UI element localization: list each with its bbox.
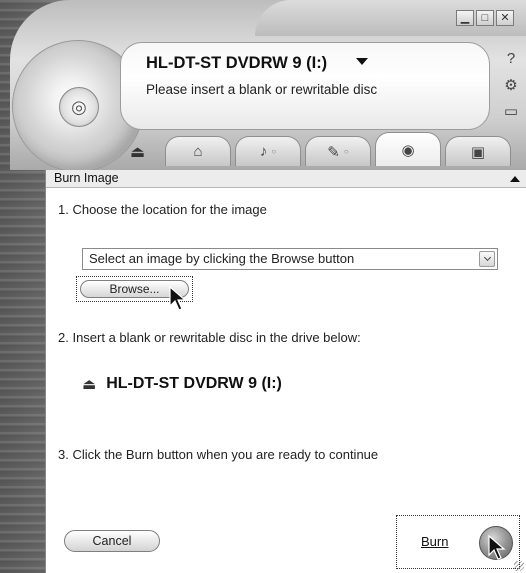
mouse-cursor-icon [169,286,187,311]
minimize-button[interactable]: ▁ [456,10,474,26]
tab-home[interactable]: ⌂ [165,136,231,166]
drive-selector-title[interactable]: HL-DT-ST DVDRW 9 (I:) [146,54,327,73]
maximize-button[interactable]: □ [476,10,494,26]
tab-burn-image[interactable]: ◉ [375,132,441,166]
resize-grip[interactable] [514,561,524,571]
tab-dot-icon: ○ [343,147,349,156]
video-icon: ▣ [470,143,486,161]
help-icon[interactable]: ? [500,50,522,70]
image-location-value: Select an image by clicking the Browse b… [89,251,355,266]
step-1-label: 1. Choose the location for the image [58,202,267,217]
drive-status-text: Please insert a blank or rewritable disc [146,82,378,97]
tab-video[interactable]: ▣ [445,136,511,166]
main-tabs: ⌂ ♪ ○ ✎ ○ ◉ ▣ [165,132,511,166]
drive-dropdown-arrow-icon[interactable] [356,58,368,65]
burn-image-panel: Burn Image 1. Choose the location for th… [45,170,526,573]
eject-icon[interactable]: ⏏ [130,142,145,162]
folder-icon[interactable]: ▭ [500,102,522,122]
step-3-label: 3. Click the Burn button when you are re… [58,447,379,462]
window-controls: ▁ □ ✕ [456,10,514,26]
home-icon: ⌂ [193,143,203,160]
settings-icon[interactable]: ⚙ [500,76,522,96]
tab-dot-icon: ○ [271,147,277,156]
tab-copy[interactable]: ✎ ○ [305,136,371,166]
collapse-arrow-icon[interactable] [510,176,520,182]
burn-button-label: Burn [421,534,449,549]
cancel-button[interactable]: Cancel [64,530,160,552]
mouse-cursor-icon [488,535,506,560]
music-icon: ♪ [259,143,268,160]
burn-disc-icon: ◉ [401,141,415,159]
chevron-down-icon[interactable] [479,251,495,267]
step-2-label: 2. Insert a blank or rewritable disc in … [58,330,361,345]
side-toolbar: ? ⚙ ▭ [500,50,522,122]
eject-icon: ⏏ [82,376,97,393]
copy-icon: ✎ [327,143,340,161]
target-drive: ⏏ HL-DT-ST DVDRW 9 (I:) [82,375,282,393]
image-location-select[interactable]: Select an image by clicking the Browse b… [82,248,498,270]
tab-music[interactable]: ♪ ○ [235,136,301,166]
close-button[interactable]: ✕ [496,10,514,26]
panel-title: Burn Image [46,170,526,188]
target-drive-label: HL-DT-ST DVDRW 9 (I:) [106,375,282,392]
disc-hub-icon: ◎ [59,87,99,127]
